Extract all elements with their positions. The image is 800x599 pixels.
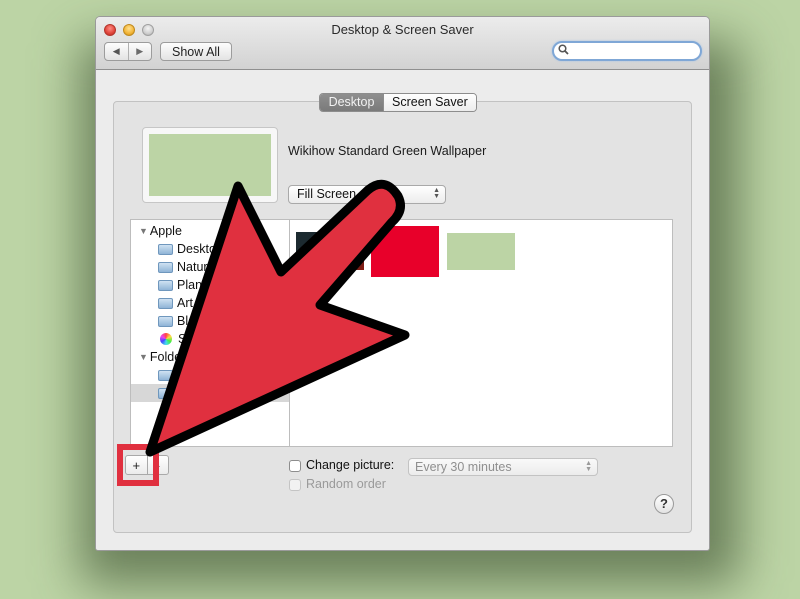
annotation-arrow [145,179,410,457]
annotation-arrow-icon [145,179,410,457]
